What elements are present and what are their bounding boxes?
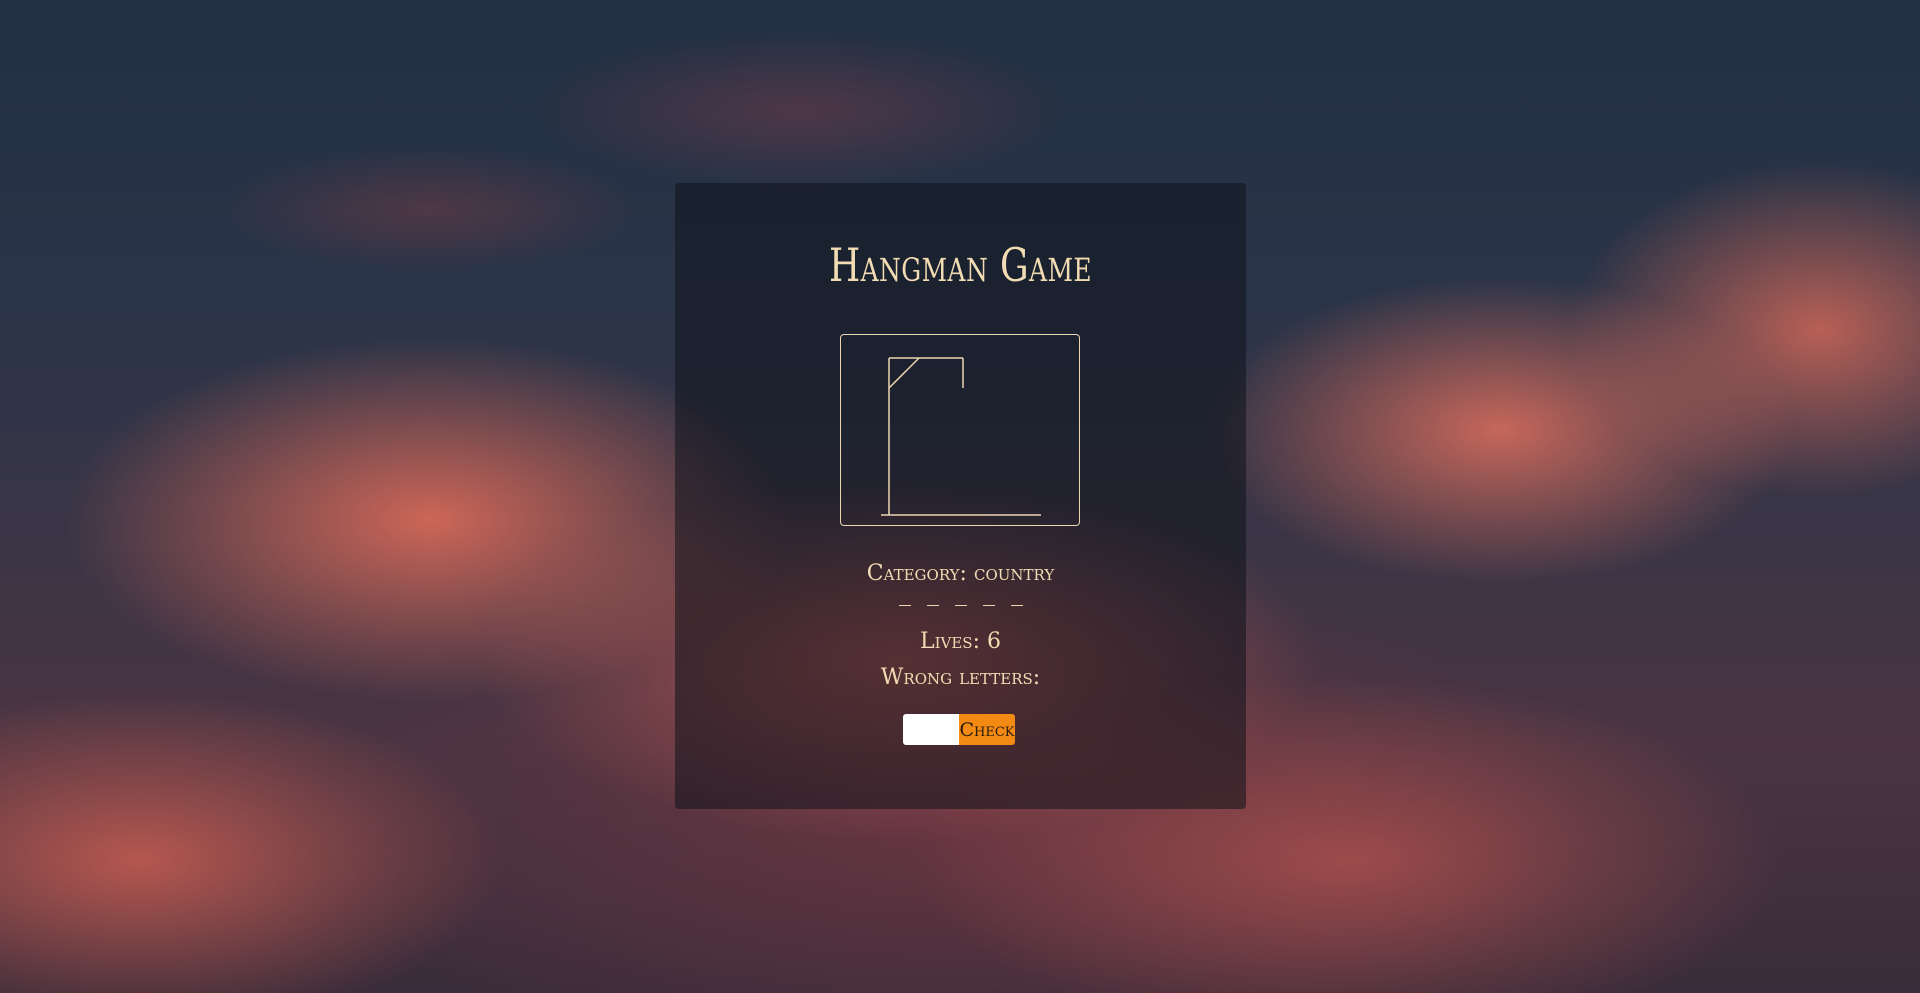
lives-value: 6 [987, 629, 1001, 654]
word-slots [675, 591, 1246, 610]
letter-slot [1010, 591, 1023, 606]
guess-input[interactable] [903, 714, 959, 745]
page-title: Hangman Game [828, 238, 1093, 292]
letter-slot [954, 591, 967, 606]
gallows-drawing [881, 357, 1041, 516]
game-panel: Hangman Game Category: country Lives: 6 … [675, 183, 1246, 809]
category-value: country [973, 561, 1055, 586]
check-button[interactable]: Check [959, 714, 1015, 745]
hangman-drawing-area [840, 334, 1080, 526]
gallows-brace [888, 357, 920, 389]
letter-slot [982, 591, 995, 606]
wrong-letters-label: Wrong letters: [880, 665, 1041, 690]
guess-form: Check [903, 714, 1015, 745]
letter-slot [898, 591, 911, 606]
category-label: Category: [866, 561, 967, 586]
wrong-letters-line: Wrong letters: [675, 665, 1246, 690]
lives-label: Lives: [919, 629, 980, 654]
lives-line: Lives: 6 [675, 629, 1246, 654]
category-line: Category: country [675, 561, 1246, 586]
letter-slot [926, 591, 939, 606]
